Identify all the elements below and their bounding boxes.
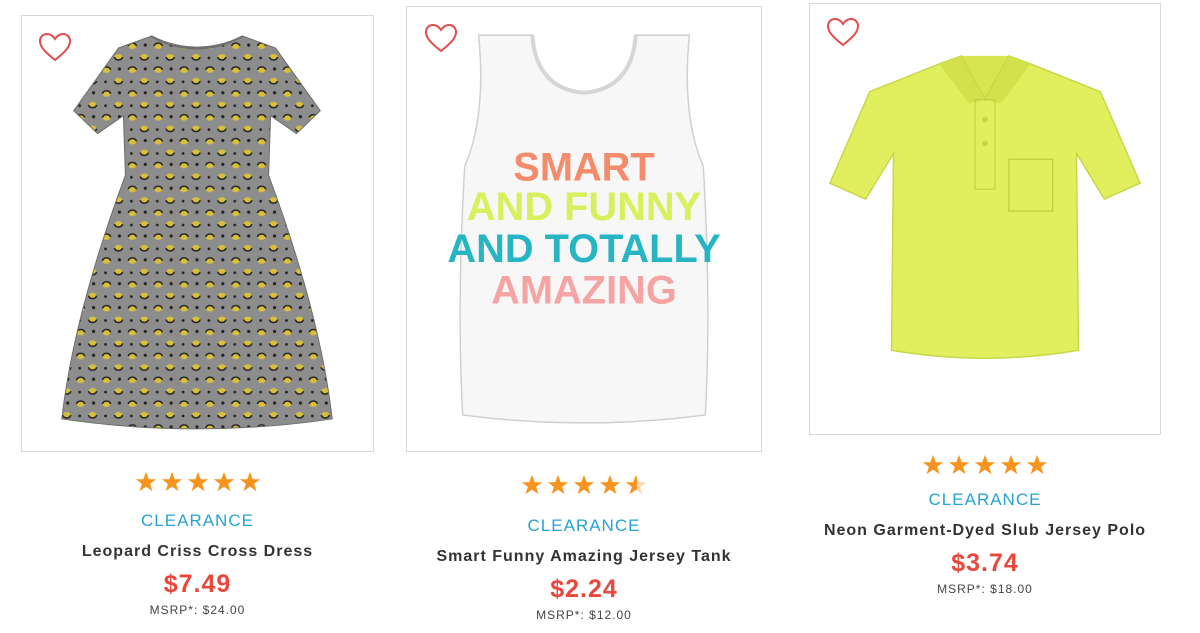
half-star-icon — [625, 474, 647, 495]
star-icon — [573, 474, 595, 495]
msrp-price: MSRP*: $24.00 — [149, 603, 246, 617]
leopard-dress-image[interactable] — [22, 16, 373, 451]
tank-print-line-4: AMAZING — [491, 269, 677, 313]
product-price: $2.24 — [550, 575, 618, 603]
product-image-frame[interactable] — [21, 15, 374, 452]
clearance-badge: CLEARANCE — [527, 516, 641, 535]
product-info: CLEARANCE Leopard Criss Cross Dress $7.4… — [21, 471, 374, 617]
product-name-link[interactable]: Neon Garment-Dyed Slub Jersey Polo — [809, 518, 1161, 543]
star-icon — [161, 471, 182, 492]
graphic-tank-image[interactable]: SMART AND FUNNY AND TOTALLY AMAZING — [407, 7, 761, 451]
heart-icon[interactable] — [38, 32, 72, 64]
neon-polo-image[interactable] — [810, 4, 1160, 434]
clearance-badge: CLEARANCE — [141, 511, 254, 530]
heart-icon[interactable] — [424, 23, 458, 55]
star-icon — [599, 474, 621, 495]
star-icon — [213, 471, 234, 492]
msrp-price: MSRP*: $12.00 — [536, 608, 632, 622]
product-price: $3.74 — [951, 549, 1019, 577]
product-price: $7.49 — [163, 570, 232, 598]
star-icon — [239, 471, 260, 492]
star-icon — [547, 474, 569, 495]
star-rating — [406, 474, 762, 500]
star-icon — [922, 454, 944, 475]
product-card[interactable]: CLEARANCE Neon Garment-Dyed Slub Jersey … — [809, 3, 1161, 596]
product-name-link[interactable]: Smart Funny Amazing Jersey Tank — [406, 544, 762, 569]
product-card[interactable]: SMART AND FUNNY AND TOTALLY AMAZING CLEA… — [406, 6, 762, 622]
star-rating — [21, 471, 374, 497]
heart-icon[interactable] — [826, 17, 860, 49]
tank-print-line-2: AND FUNNY — [467, 185, 701, 229]
product-info: CLEARANCE Neon Garment-Dyed Slub Jersey … — [809, 454, 1161, 596]
tank-print-line-1: SMART — [513, 145, 654, 189]
product-image-frame[interactable] — [809, 3, 1161, 435]
star-icon — [1026, 454, 1048, 475]
star-icon — [187, 471, 208, 492]
product-image-frame[interactable]: SMART AND FUNNY AND TOTALLY AMAZING — [406, 6, 762, 452]
star-rating — [809, 454, 1161, 480]
product-info: CLEARANCE Smart Funny Amazing Jersey Tan… — [406, 474, 762, 622]
tank-print-line-3: AND TOTALLY — [447, 227, 720, 271]
star-icon — [1000, 454, 1022, 475]
star-icon — [948, 454, 970, 475]
clearance-badge: CLEARANCE — [928, 490, 1042, 509]
product-card[interactable]: CLEARANCE Leopard Criss Cross Dress $7.4… — [21, 15, 374, 617]
star-icon — [974, 454, 996, 475]
star-icon — [521, 474, 543, 495]
star-icon — [135, 471, 156, 492]
product-name-link[interactable]: Leopard Criss Cross Dress — [21, 539, 374, 564]
msrp-price: MSRP*: $18.00 — [937, 582, 1033, 596]
